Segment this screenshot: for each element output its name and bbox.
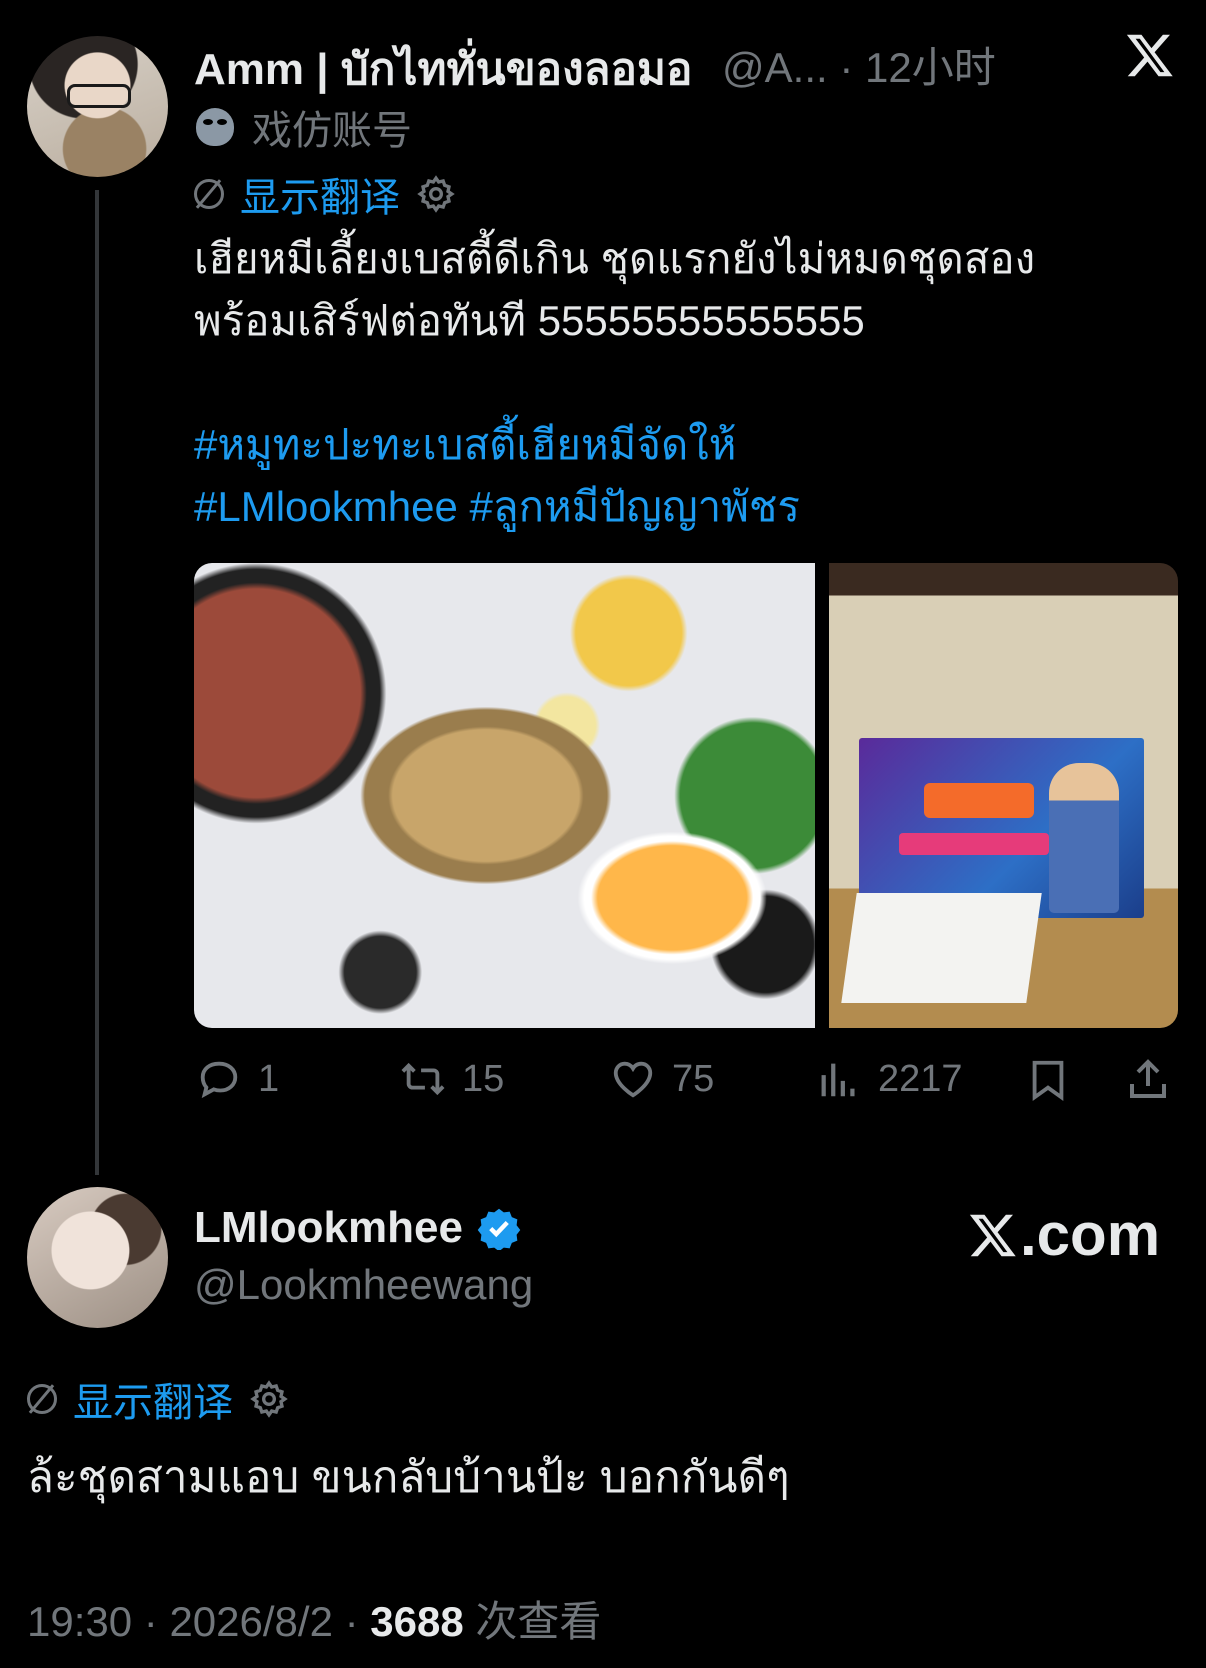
- views-action[interactable]: 2217: [814, 1056, 963, 1102]
- banner-figure: [1049, 763, 1119, 913]
- timestamp[interactable]: 12小时: [865, 44, 996, 91]
- reply-views-label: 次查看: [475, 1598, 602, 1645]
- reply-body: ล้ะชุดสามแอบ ขนกลับบ้านป้ะ บอกกันดีๆ: [27, 1453, 790, 1502]
- reply-date[interactable]: 2026/8/2: [169, 1598, 333, 1645]
- reply-footer: 19:30 · 2026/8/2 · 3688 次查看: [27, 1588, 601, 1649]
- author-name[interactable]: Amm | บักไททั่นของลอมอ: [194, 34, 692, 104]
- footer-separator: ·: [332, 1598, 371, 1645]
- tweet-body: เฮียหมีเลี้ยงเบสตี้ดีเกิน ชุดแรกยังไม่หม…: [194, 228, 1154, 352]
- avatar-glasses: [67, 84, 131, 108]
- show-translation-link[interactable]: 显示翻译: [73, 1370, 233, 1428]
- retweet-icon: [401, 1062, 445, 1096]
- retweet-action[interactable]: 15: [398, 1056, 504, 1102]
- avatar[interactable]: [27, 36, 168, 177]
- x-logo-icon[interactable]: [1125, 30, 1175, 80]
- views-icon: [821, 1063, 855, 1097]
- footer-separator: ·: [132, 1598, 170, 1645]
- hashtag-link[interactable]: #หมูทะปะทะเบสตี้เฮียหมีจัดให้: [194, 414, 1154, 476]
- watermark-text: .com: [1020, 1201, 1161, 1268]
- reply-time[interactable]: 19:30: [27, 1598, 132, 1645]
- translate-off-icon: [194, 179, 224, 209]
- parody-label: 戏仿账号: [252, 109, 412, 153]
- tweet-text-line: พร้อมเสิร์ฟต่อทันที 55555555555555: [194, 297, 865, 344]
- hashtags: #หมูทะปะทะเบสตี้เฮียหมีจัดให้ #LMlookmhe…: [194, 414, 1154, 538]
- translate-row: 显示翻译: [194, 165, 456, 223]
- parody-mask-icon: [196, 108, 234, 146]
- like-count: 75: [672, 1057, 715, 1100]
- views-count: 2217: [878, 1057, 963, 1100]
- reply-author-name-row: LMlookmhee: [194, 1203, 521, 1253]
- bookmark-icon[interactable]: [1025, 1056, 1071, 1104]
- x-logo-icon: [969, 1214, 1016, 1256]
- table-graphic: [841, 893, 1042, 1003]
- reply-author-name[interactable]: LMlookmhee: [194, 1203, 463, 1253]
- reply-icon: [200, 1061, 238, 1099]
- thread-connector: [95, 190, 99, 1175]
- reply-count: 1: [258, 1057, 280, 1100]
- parody-label-row: 戏仿账号: [196, 98, 412, 156]
- x-com-watermark: .com: [968, 1200, 1160, 1269]
- author-handle[interactable]: @A...: [722, 44, 828, 91]
- banner-graphic: [859, 738, 1144, 918]
- translate-off-icon: [27, 1384, 57, 1414]
- media-photo-banner[interactable]: [829, 563, 1178, 1028]
- reply-avatar[interactable]: [27, 1187, 168, 1328]
- retweet-count: 15: [462, 1057, 505, 1100]
- media-photo-food[interactable]: [194, 563, 815, 1028]
- hashtag-link[interactable]: #LMlookmhee #ลูกหมีปัญญาพัชร: [194, 476, 1154, 538]
- banner-shape: [924, 783, 1034, 818]
- reply-views-count: 3688: [370, 1598, 464, 1645]
- share-icon[interactable]: [1124, 1056, 1172, 1104]
- show-translation-link[interactable]: 显示翻译: [240, 165, 400, 223]
- verified-badge-icon[interactable]: [477, 1206, 521, 1250]
- reply-action[interactable]: 1: [194, 1056, 279, 1102]
- like-icon: [613, 1061, 653, 1098]
- tweet-text-line: เฮียหมีเลี้ยงเบสตี้ดีเกิน ชุดแรกยังไม่หม…: [194, 235, 1036, 282]
- gear-icon[interactable]: [416, 174, 456, 214]
- like-action[interactable]: 75: [608, 1056, 714, 1102]
- reply-author-handle[interactable]: @Lookmheewang: [194, 1261, 533, 1309]
- meta-separator: ·: [827, 44, 865, 91]
- gear-icon[interactable]: [249, 1379, 289, 1419]
- reply-translate-row: 显示翻译: [27, 1370, 289, 1428]
- banner-shape: [899, 833, 1049, 855]
- author-meta: @A... · 12小时: [722, 34, 996, 95]
